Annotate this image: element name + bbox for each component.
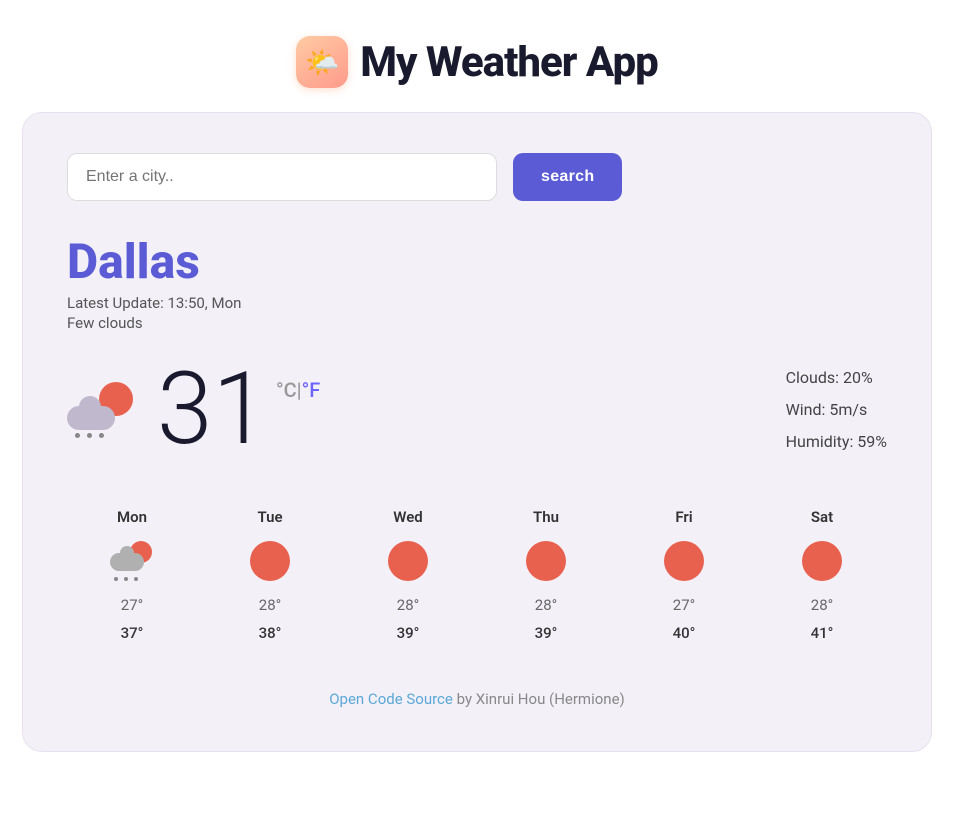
day-temp-high: 40° [673,624,696,642]
weather-details: Clouds: 20% Wind: 5m/s Humidity: 59% [786,362,887,458]
app-title: My Weather App [360,38,658,87]
day-label: Thu [533,508,559,526]
app-header: 🌤️ My Weather App [296,36,658,88]
forecast-icon [664,536,704,586]
forecast-icon [250,536,290,586]
day-temp-low: 28° [397,596,419,614]
source-link[interactable]: Open Code Source [329,690,453,708]
day-temp-low: 28° [811,596,833,614]
day-label: Mon [117,508,147,526]
temperature-value: 31 [157,360,268,460]
day-temp-high: 38° [259,624,282,642]
forecast-day: Wed 28° 39° [343,508,473,642]
clouds-detail: Clouds: 20% [786,362,887,394]
search-button[interactable]: search [513,153,622,201]
logo-emoji: 🌤️ [305,46,340,79]
current-weather-icon [67,380,137,440]
day-temp-high: 39° [397,624,420,642]
day-label: Sat [811,508,833,526]
app-logo: 🌤️ [296,36,348,88]
forecast-icon [526,536,566,586]
weather-description: Few clouds [67,314,887,332]
fahrenheit-unit[interactable]: °F [302,378,321,402]
forecast-day: Sat 28° 41° [757,508,887,642]
day-temp-low: 28° [535,596,557,614]
day-temp-low: 27° [673,596,695,614]
day-temp-low: 27° [121,596,143,614]
day-temp-high: 37° [121,624,144,642]
day-temp-low: 28° [259,596,281,614]
wind-detail: Wind: 5m/s [786,394,887,426]
forecast-row: Mon 27° 37° Tue 28° 38° Wed 28° 39° Thu 28° 39° Fri 2… [67,508,887,642]
forecast-day: Thu 28° 39° [481,508,611,642]
footer: Open Code Source by Xinrui Hou (Hermione… [67,690,887,708]
search-row: search [67,153,887,201]
day-label: Fri [675,508,692,526]
forecast-icon [110,536,154,586]
forecast-day: Mon 27° 37° [67,508,197,642]
current-weather-panel: 31 °C|°F Clouds: 20% Wind: 5m/s Humidity… [67,360,887,460]
day-label: Wed [393,508,422,526]
main-card: search Dallas Latest Update: 13:50, Mon … [22,112,932,752]
forecast-day: Fri 27° 40° [619,508,749,642]
update-time: Latest Update: 13:50, Mon [67,294,887,312]
temperature-display: 31 °C|°F [157,360,320,460]
celsius-unit[interactable]: °C [276,378,297,402]
city-name: Dallas [67,233,887,290]
humidity-detail: Humidity: 59% [786,426,887,458]
day-temp-high: 41° [811,624,834,642]
forecast-icon [388,536,428,586]
day-label: Tue [257,508,282,526]
forecast-day: Tue 28° 38° [205,508,335,642]
day-temp-high: 39° [535,624,558,642]
footer-credit: by Xinrui Hou (Hermione) [453,690,625,708]
city-search-input[interactable] [67,153,497,201]
temperature-units: °C|°F [276,378,320,402]
forecast-icon [802,536,842,586]
